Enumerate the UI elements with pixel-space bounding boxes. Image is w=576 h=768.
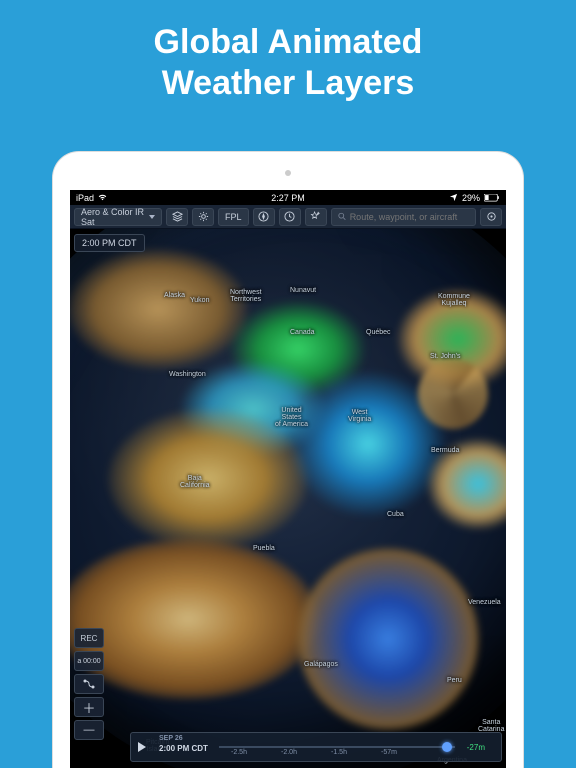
timeline-tick: -2.0h [281, 749, 297, 756]
app-toolbar: Aero & Color IR Sat FPL [70, 205, 506, 229]
zoom-in-button[interactable]: ＋ [74, 697, 104, 717]
layer-selector-label: Aero & Color IR Sat [81, 207, 149, 227]
animation-timeline[interactable]: SEP 26 2:00 PM CDT -2.5h -2.0h -1.5h -57… [130, 732, 502, 762]
map-place-label: SantaCatarina [478, 719, 504, 733]
map-side-controls: REC a 00:00 ＋ — [74, 628, 104, 740]
timeline-tick: -2.5h [231, 749, 247, 756]
current-frame-time-badge: 2:00 PM CDT [74, 234, 145, 252]
play-icon [137, 741, 147, 753]
timeline-tick: -1.5h [331, 749, 347, 756]
record-button[interactable]: REC [74, 628, 104, 648]
timeline-future-offset: -27m [467, 743, 485, 752]
app-screen: iPad 2:27 PM 29% Aero & Color IR Sat [70, 190, 506, 768]
map-viewport[interactable]: AlaskaYukonNorthwestTerritoriesNunavutKo… [70, 229, 506, 768]
target-icon [486, 211, 497, 222]
fpl-button[interactable]: FPL [218, 208, 249, 226]
star-plus-icon [310, 211, 321, 222]
location-icon [449, 193, 458, 202]
clock-button[interactable] [279, 208, 301, 226]
compass-button[interactable] [253, 208, 275, 226]
search-field[interactable] [331, 208, 476, 226]
settings-button[interactable] [192, 208, 214, 226]
globe-surface [70, 229, 506, 768]
ios-status-bar: iPad 2:27 PM 29% [70, 190, 506, 205]
play-button[interactable] [137, 740, 151, 754]
battery-icon [484, 194, 500, 202]
layers-button[interactable] [166, 208, 188, 226]
gear-icon [198, 211, 209, 222]
layer-selector-dropdown[interactable]: Aero & Color IR Sat [74, 208, 162, 226]
ipad-screen-bezel: iPad 2:27 PM 29% Aero & Color IR Sat [70, 190, 506, 768]
timeline-tick: -57m [381, 749, 397, 756]
battery-percent: 29% [462, 193, 480, 203]
ipad-camera-dot [285, 170, 291, 176]
cloud-layer [70, 539, 318, 699]
search-input[interactable] [350, 212, 469, 222]
status-time: 2:27 PM [271, 193, 305, 203]
chevron-down-icon [149, 215, 155, 219]
route-tool-button[interactable] [74, 674, 104, 694]
timeline-time: 2:00 PM CDT [159, 744, 208, 753]
ipad-device-frame: iPad 2:27 PM 29% Aero & Color IR Sat [53, 152, 523, 768]
cloud-layer [298, 549, 478, 729]
storm-swirl [418, 359, 488, 429]
layers-icon [172, 211, 183, 222]
marketing-headline: Global Animated Weather Layers [0, 0, 576, 122]
timeline-track[interactable] [219, 746, 455, 748]
cloud-layer [70, 249, 248, 369]
headline-line-1: Global Animated [154, 23, 423, 61]
timeline-playhead[interactable] [442, 742, 452, 752]
timeline-track-area[interactable]: SEP 26 2:00 PM CDT -2.5h -2.0h -1.5h -57… [159, 733, 495, 761]
route-icon [82, 678, 96, 690]
zoom-out-button[interactable]: — [74, 720, 104, 740]
cloud-layer [108, 409, 308, 549]
clock-icon [284, 211, 295, 222]
device-label: iPad [76, 193, 94, 203]
favorites-button[interactable] [305, 208, 327, 226]
search-icon [338, 212, 346, 221]
timeline-date: SEP 26 [159, 735, 183, 742]
record-elapsed: a 00:00 [74, 651, 104, 671]
headline-line-2: Weather Layers [162, 64, 415, 102]
more-button[interactable] [480, 208, 502, 226]
wifi-icon [98, 193, 107, 202]
compass-icon [258, 211, 269, 222]
